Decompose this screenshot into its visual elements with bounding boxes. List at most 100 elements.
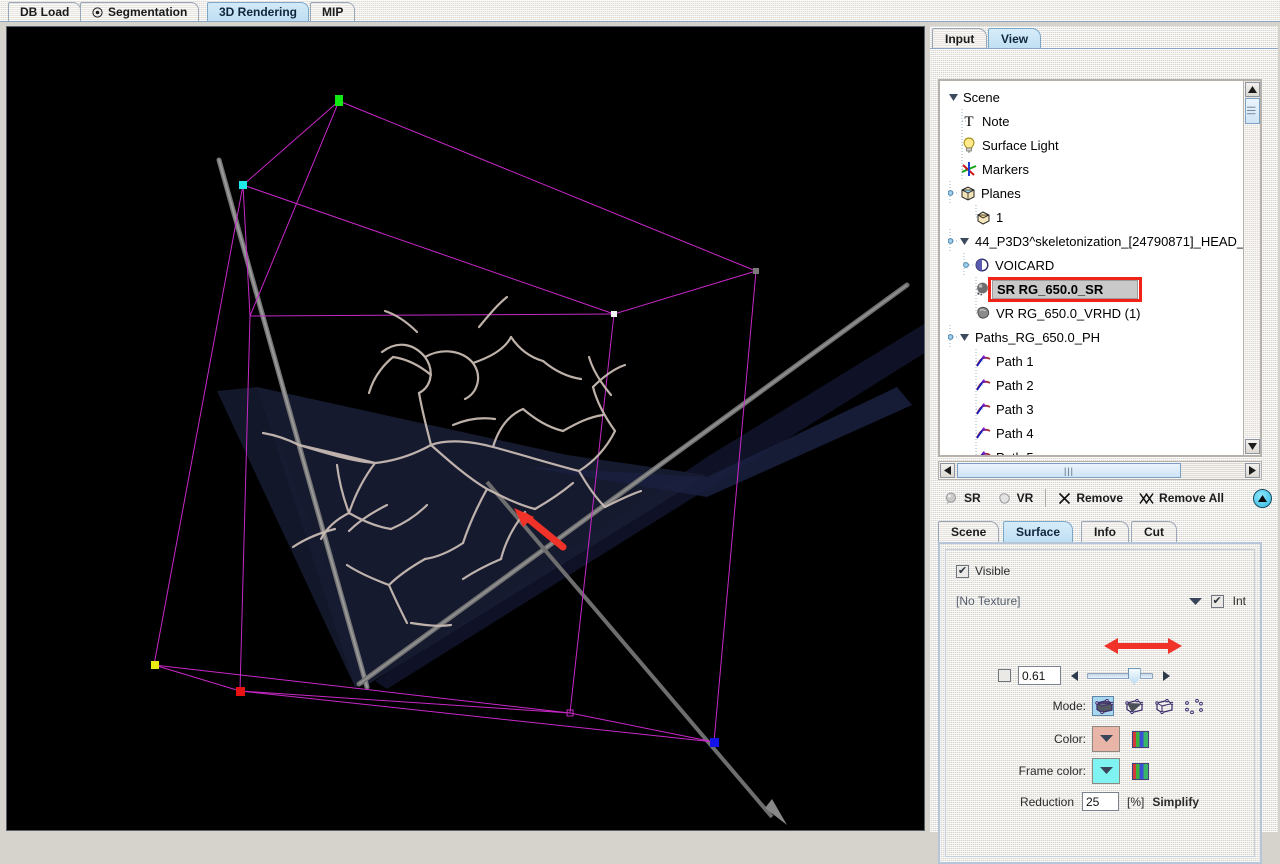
path-icon [974,400,992,418]
collapse-up-icon[interactable] [1253,488,1272,508]
tree-item-planes[interactable]: Planes [946,181,1243,205]
handle-white[interactable] [611,311,617,317]
expand-toggle-icon[interactable] [948,85,959,109]
scroll-up-button[interactable] [1245,82,1260,97]
tab-db-load-label: DB Load [20,5,70,19]
tree-item-voicard[interactable]: VOICARD [946,253,1243,277]
mode-solid-button[interactable] [1092,696,1114,716]
tree-label: 44_P3D3^skeletonization_[24790871]_HEAD_… [975,233,1243,249]
scroll-right-button[interactable] [1245,463,1260,478]
tree-item-plane-1[interactable]: 1 [946,205,1243,229]
tree-item-markers[interactable]: Markers [946,157,1243,181]
color-label: Color: [1053,732,1086,746]
tree-item-study[interactable]: 44_P3D3^skeletonization_[24790871]_HEAD_… [946,229,1243,253]
sr-button[interactable]: SR [936,489,989,508]
tab-input[interactable]: Input [932,28,988,49]
tab-mip[interactable]: MIP [310,2,356,21]
tree-item-paths-group[interactable]: Paths_RG_650.0_PH [946,325,1243,349]
handle-gray[interactable] [753,268,759,274]
handle-red[interactable] [236,687,245,696]
cube-planes-icon [959,184,977,202]
tree-vertical-scrollbar[interactable]: ||| [1243,81,1260,455]
path-icon [974,376,992,394]
tree-item-path-5[interactable]: Path 5 [946,445,1243,455]
triangle-left-icon[interactable] [1068,668,1080,684]
chevron-down-icon[interactable] [1188,597,1202,605]
tree-item-path-4[interactable]: Path 4 [946,421,1243,445]
triangle-right-icon[interactable] [1160,668,1172,684]
tab-3d-rendering-label: 3D Rendering [219,5,298,19]
mode-shaded-button[interactable] [1122,696,1144,716]
color-swatch-button[interactable] [1092,726,1120,752]
tab-segmentation[interactable]: Segmentation [80,2,200,21]
close-all-icon [1139,492,1154,505]
tab-view[interactable]: View [988,28,1042,49]
texture-value[interactable]: [No Texture] [956,594,1020,608]
annotation-double-arrow [1104,636,1182,659]
tab-surface[interactable]: Surface [1003,521,1074,542]
remove-all-button[interactable]: Remove All [1131,489,1232,507]
collapse-toggle-icon[interactable] [959,325,970,349]
expand-handle-icon[interactable] [962,253,973,277]
scene-tree-viewport[interactable]: Scene T Note Surface Light Markers Plane… [940,81,1243,455]
tree-label: Note [982,113,1010,129]
opacity-slider-knob[interactable] [1127,667,1141,685]
expand-handle-icon[interactable] [947,181,959,205]
handle-cyan[interactable] [239,181,247,189]
scroll-left-button[interactable] [940,463,955,478]
surface-properties-inner: Visible [No Texture] Int [945,549,1255,857]
frame-color-palette-icon[interactable] [1132,762,1149,780]
tree-item-path-2[interactable]: Path 2 [946,373,1243,397]
mode-row: Mode: [956,696,1246,716]
tree-horizontal-scrollbar[interactable]: ||| [938,461,1262,480]
opacity-slider[interactable] [1087,667,1153,685]
opacity-field[interactable]: 0.61 [1018,666,1061,685]
color-palette-icon[interactable] [1132,730,1149,748]
view-tab-content: Scene T Note Surface Light Markers Plane… [930,48,1278,864]
scroll-down-button[interactable] [1245,439,1260,454]
tab-db-load[interactable]: DB Load [8,2,82,21]
tab-info[interactable]: Info [1081,521,1129,542]
mode-wireframe-button[interactable] [1152,696,1174,716]
simplify-button[interactable]: Simplify [1152,795,1199,809]
3d-render-viewport[interactable] [6,26,925,831]
remove-button[interactable]: Remove [1050,489,1131,507]
tree-item-path-3[interactable]: Path 3 [946,397,1243,421]
tree-item-scene[interactable]: Scene [946,85,1243,109]
handle-yellow[interactable] [151,661,159,669]
color-row: Color: [956,726,1246,752]
chevron-down-icon [1099,734,1113,744]
reduction-field[interactable]: 25 [1082,792,1119,811]
surface-toolbar: SR VR Remove Remove All [936,485,1274,511]
surface-tab-strip: Scene Surface Info Cut [938,521,1268,542]
surface-properties-panel: Visible [No Texture] Int [938,542,1262,864]
frame-color-swatch-button[interactable] [1092,758,1120,784]
tab-cut[interactable]: Cut [1131,521,1177,542]
tree-item-surface-light[interactable]: Surface Light [946,133,1243,157]
handle-green[interactable] [335,95,343,106]
tree-hscroll-thumb[interactable]: ||| [957,463,1181,478]
expand-handle-icon[interactable] [947,325,959,349]
opacity-checkbox[interactable] [998,669,1011,682]
expand-handle-icon[interactable] [947,229,959,253]
tab-scene[interactable]: Scene [938,521,1000,542]
lightbulb-icon [960,136,978,154]
tree-scroll-thumb[interactable]: ||| [1245,98,1260,124]
opacity-row: 0.61 [998,666,1172,685]
tree-item-path-1[interactable]: Path 1 [946,349,1243,373]
3d-scene[interactable] [7,27,924,830]
tab-scene-label: Scene [951,525,987,539]
cube-plane-icon [974,208,992,226]
scene-tree-panel[interactable]: Scene T Note Surface Light Markers Plane… [938,79,1262,457]
collapse-toggle-icon[interactable] [959,229,970,253]
tree-item-vr-volume[interactable]: VR RG_650.0_VRHD (1) [946,301,1243,325]
mode-points-button[interactable] [1182,696,1204,716]
tree-item-note[interactable]: T Note [946,109,1243,133]
tree-item-sr-surface[interactable]: SR RG_650.0_SR [946,276,1243,302]
visible-checkbox[interactable] [956,564,969,578]
handle-blue[interactable] [710,738,719,747]
tab-3d-rendering[interactable]: 3D Rendering [207,2,310,21]
vr-button[interactable]: VR [989,489,1042,508]
int-checkbox[interactable] [1210,594,1224,608]
path-icon [974,424,992,442]
